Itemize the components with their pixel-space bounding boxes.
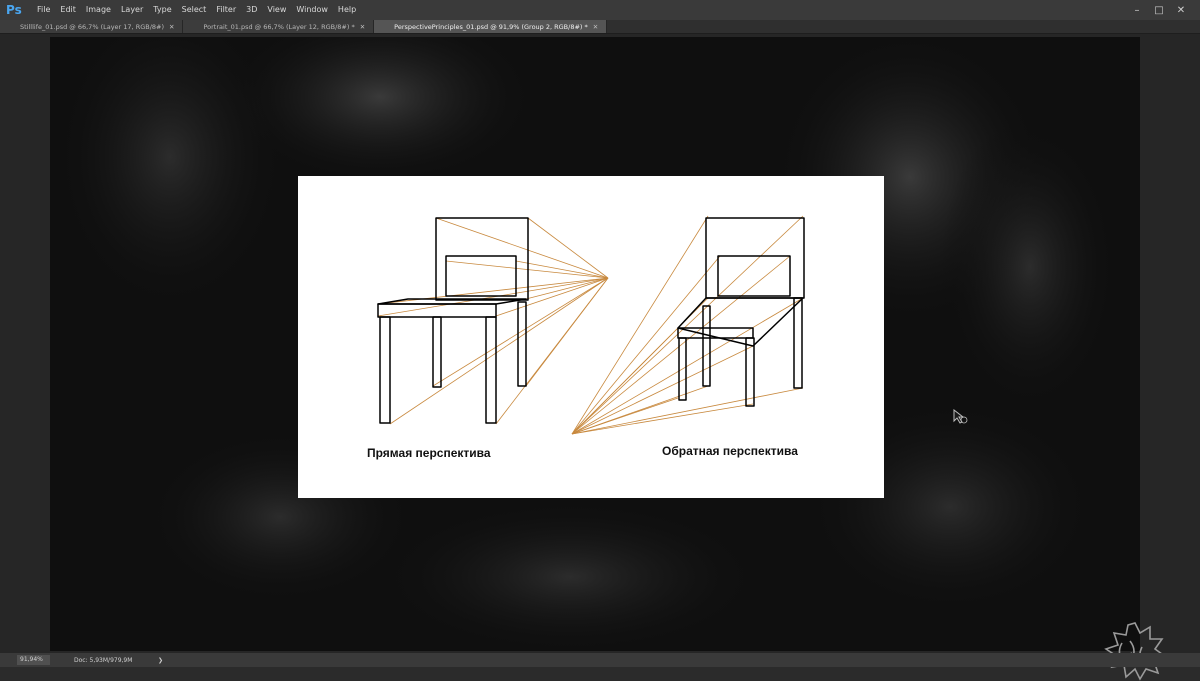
tab-portrait[interactable]: Portrait_01.psd @ 66,7% (Layer 12, RGB/8…: [183, 20, 375, 33]
status-bar: 91,94% Doc: 5,93M/979,9M ❯: [0, 653, 1200, 667]
chevron-right-icon[interactable]: ❯: [158, 657, 163, 664]
photoshop-logo-icon[interactable]: Ps: [6, 0, 28, 20]
zoom-level[interactable]: 91,94%: [17, 655, 50, 665]
document-size-info: Doc: 5,93M/979,9M: [74, 656, 133, 664]
tab-close-icon[interactable]: ✕: [169, 23, 174, 31]
tab-label: Stilllife_01.psd @ 66,7% (Layer 17, RGB/…: [20, 22, 165, 31]
menu-image[interactable]: Image: [81, 0, 116, 20]
tab-stilllife[interactable]: Stilllife_01.psd @ 66,7% (Layer 17, RGB/…: [0, 20, 184, 33]
workspace: Прямая перспектива Обратная перспектива: [0, 34, 1200, 681]
maximize-icon[interactable]: □: [1148, 5, 1170, 16]
mouse-cursor-icon: [953, 409, 968, 424]
document-canvas[interactable]: Прямая перспектива Обратная перспектива: [50, 37, 1140, 651]
window-controls: – □ ✕: [1126, 0, 1192, 20]
document-tab-bar: Stilllife_01.psd @ 66,7% (Layer 17, RGB/…: [0, 20, 1200, 34]
menu-filter[interactable]: Filter: [211, 0, 241, 20]
menu-view[interactable]: View: [262, 0, 291, 20]
menu-layer[interactable]: Layer: [116, 0, 148, 20]
tab-perspective-principles[interactable]: PerspectivePrinciples_01.psd @ 91,9% (Gr…: [374, 20, 608, 33]
menu-select[interactable]: Select: [177, 0, 212, 20]
menu-bar: Ps File Edit Image Layer Type Select Fil…: [0, 0, 1200, 20]
menu-window[interactable]: Window: [291, 0, 333, 20]
tab-close-icon[interactable]: ✕: [593, 23, 598, 31]
perspective-illustration: Прямая перспектива Обратная перспектива: [298, 176, 884, 498]
menu-type[interactable]: Type: [148, 0, 176, 20]
close-icon[interactable]: ✕: [1170, 5, 1192, 16]
caption-reverse-perspective: Обратная перспектива: [662, 444, 798, 458]
menu-3d[interactable]: 3D: [241, 0, 262, 20]
caption-direct-perspective: Прямая перспектива: [367, 446, 491, 460]
menu-file[interactable]: File: [32, 0, 55, 20]
tab-label: Portrait_01.psd @ 66,7% (Layer 12, RGB/8…: [203, 22, 355, 31]
tab-label: PerspectivePrinciples_01.psd @ 91,9% (Gr…: [394, 22, 588, 31]
menu-help[interactable]: Help: [333, 0, 361, 20]
tab-close-icon[interactable]: ✕: [360, 23, 365, 31]
minimize-icon[interactable]: –: [1126, 5, 1148, 16]
watermark-logo-icon: [1104, 622, 1168, 681]
menu-edit[interactable]: Edit: [55, 0, 81, 20]
